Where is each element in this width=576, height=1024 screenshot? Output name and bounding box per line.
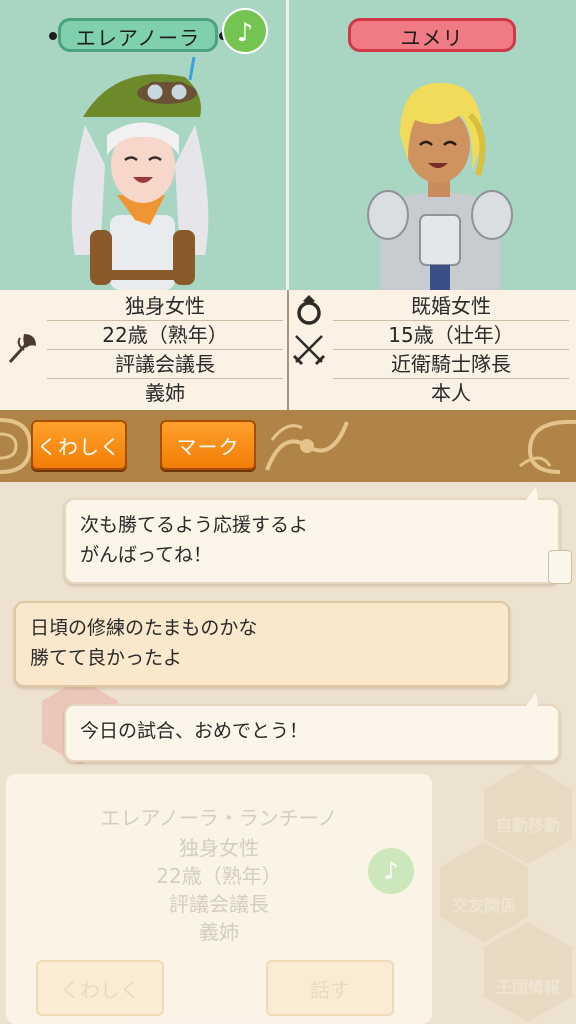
info-title-left: 評議会議長 [47,350,283,379]
background-hex-kingdom [484,922,572,1022]
background-info-3: 評議会議長 [169,892,269,916]
info-divider [287,290,289,410]
portrait-divider [286,0,289,290]
ornament-center [265,421,349,471]
chat-message-3: 今日の試合、おめでとう！ [64,704,560,762]
chat-message-3-line-1: 今日の試合、おめでとう！ [80,720,309,742]
info-list-right: 既婚女性 15歳（壮年） 近衛騎士隊長 本人 [333,292,569,407]
background-details-button: くわしく [36,960,164,1016]
chat-message-2: 日頃の修練のたまものかな 勝てて良かったよ [14,601,510,687]
chat-message-1: 次も勝てるよう応援するよ がんばってね！ [64,498,560,584]
hex-label-relations: 交友関係 [451,896,516,915]
character-name-left: エレアノーラ [49,18,227,52]
chat-message-1-line-2: がんばってね！ [80,544,213,566]
background-talk-button: 話す [266,960,394,1016]
chat-area: 自動移動 交友関係 王国情報 エレアノーラ・ランチーノ 独身女性 22歳（熟年）… [0,482,576,1024]
bubble-tail-1 [526,486,538,500]
chat-message-2-line-2: 勝てて良かったよ [30,647,183,669]
background-info-4: 義姉 [199,920,239,944]
details-button[interactable]: くわしく [31,420,127,470]
background-full-name: エレアノーラ・ランチーノ [100,806,338,830]
character-info-table: 独身女性 22歳（熟年） 評議会議長 義姉 既婚女性 15歳（壮年） 近衛騎士隊… [0,290,576,410]
hex-label-auto-move: 自動移動 [495,816,560,835]
ornament-right [519,419,576,474]
portrait-panel: エレアノーラ ♪ ユメリ [0,0,576,290]
info-title-right: 近衛騎士隊長 [333,350,569,379]
hex-label-kingdom: 王国情報 [495,978,560,997]
action-bar: くわしく マーク [0,410,576,482]
info-relation-left: 義姉 [145,381,185,405]
mark-button[interactable]: マーク [160,420,256,470]
bubble-tail-3 [526,692,538,706]
scroll-thumb[interactable] [548,550,572,584]
avatar-left[interactable] [55,55,225,290]
crossed-swords-icon [292,335,326,366]
info-relation-right: 本人 [431,381,471,405]
chat-message-1-line-1: 次も勝てるよう応援するよ [80,514,309,536]
avatar-right[interactable] [360,75,520,290]
info-marital-left: 独身女性 [47,292,283,321]
ring-icon [297,295,321,325]
character-name-right: ユメリ [348,18,516,52]
background-info-1: 独身女性 [179,836,259,860]
background-music-icon: ♪ [368,848,414,894]
chat-message-2-line-1: 日頃の修練のたまものかな [30,617,258,639]
music-note-icon[interactable]: ♪ [222,8,268,54]
info-age-left: 22歳（熟年） [47,321,283,350]
info-age-right: 15歳（壮年） [333,321,569,350]
info-list-left: 独身女性 22歳（熟年） 評議会議長 義姉 [47,292,283,407]
info-marital-right: 既婚女性 [333,292,569,321]
axe-icon [8,334,36,364]
